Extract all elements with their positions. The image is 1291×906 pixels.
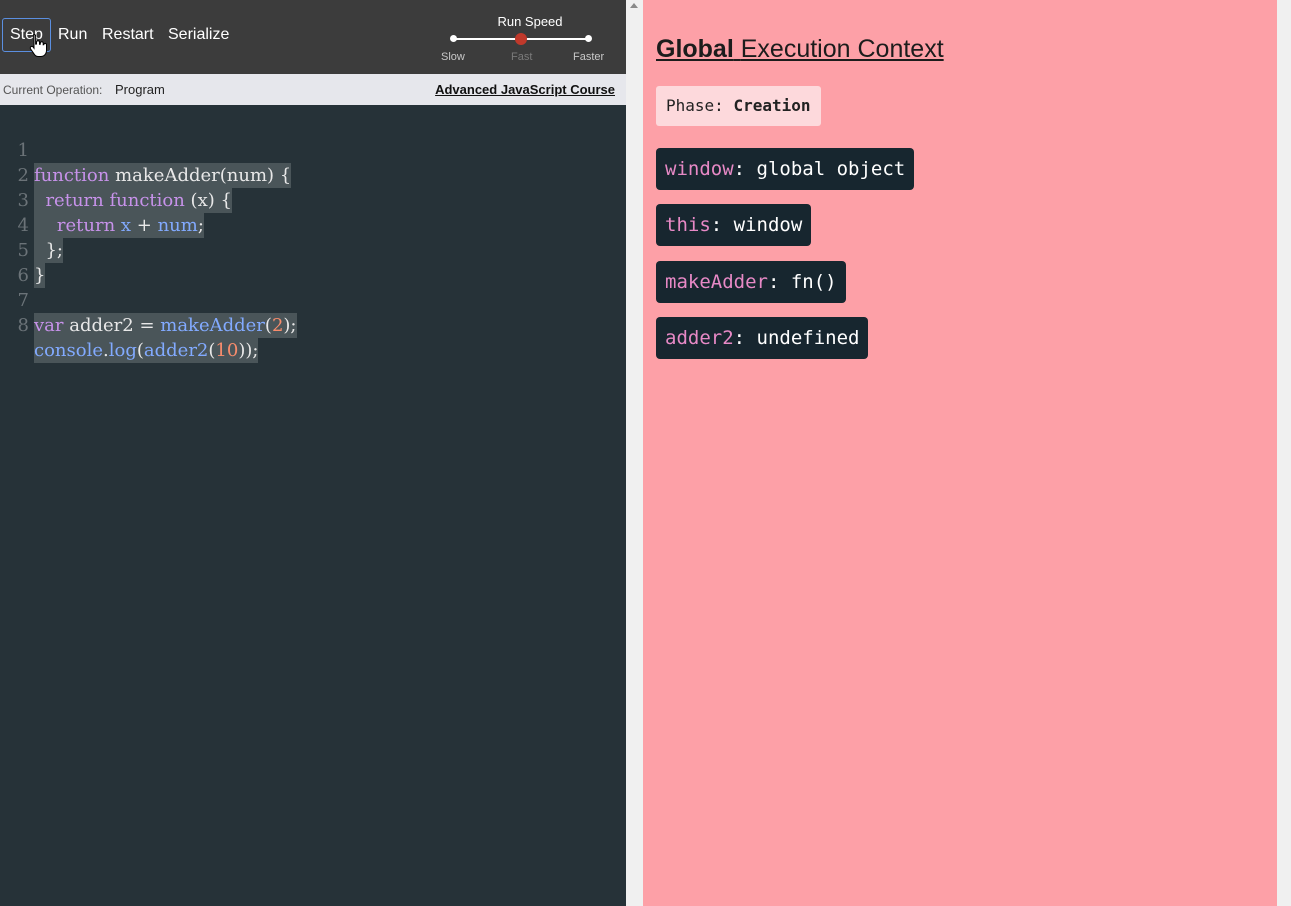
variable-window: window: global object (656, 148, 915, 190)
code-line: 4 }; (0, 188, 626, 263)
status-bar: Current Operation: Program Advanced Java… (0, 74, 626, 105)
scroll-up-arrow-icon[interactable] (630, 3, 638, 8)
code-line: 6 (0, 238, 626, 286)
run-speed-thumb[interactable] (515, 33, 527, 45)
current-operation-label: Current Operation: (3, 83, 103, 97)
variable-name: this (665, 214, 711, 236)
panel-scrollbar[interactable] (626, 0, 643, 906)
speed-label-faster: Faster (573, 51, 605, 63)
code-line: 3 return x + num; (0, 163, 626, 238)
code-line: 7 var adder2 = makeAdder(2); (0, 263, 626, 338)
code-editor[interactable]: 1 function makeAdder(num) { 2 return fun… (0, 113, 626, 363)
restart-button[interactable]: Restart (95, 18, 161, 52)
variable-value: : global object (733, 158, 906, 180)
window-edge (1277, 0, 1291, 906)
execution-context-panel: Global Execution Context Phase: Creation… (643, 0, 1277, 906)
run-button[interactable]: Run (51, 18, 94, 52)
variable-value: : window (710, 214, 803, 236)
current-operation-value: Program (115, 82, 165, 97)
editor-panel: Step Run Restart Serialize Run Speed Slo… (0, 0, 626, 906)
variable-adder2: adder2: undefined (656, 317, 869, 359)
toolbar: Step Run Restart Serialize Run Speed Slo… (0, 0, 626, 74)
variable-name: window (665, 158, 734, 180)
variable-name: adder2 (665, 327, 734, 349)
phase-label: Phase: (666, 96, 724, 115)
course-link[interactable]: Advanced JavaScript Course (435, 82, 615, 97)
speed-label-slow: Slow (441, 51, 465, 63)
code-text: var adder2 = makeAdder(2); (34, 313, 297, 338)
code-line: 5 } (0, 213, 626, 288)
variable-value: : fn() (767, 271, 837, 293)
variable-name: makeAdder (665, 271, 768, 293)
serialize-button[interactable]: Serialize (161, 18, 236, 52)
speed-stop-slow[interactable] (450, 35, 457, 42)
line-number: 8 (17, 315, 29, 336)
variable-value: : undefined (733, 327, 860, 349)
code-line: 8 console.log(adder2(10)); (0, 288, 626, 363)
run-speed-title: Run Speed (497, 14, 563, 29)
code-line: 1 function makeAdder(num) { (0, 113, 626, 188)
code-text: console.log(adder2(10)); (34, 338, 259, 363)
variable-this: this: window (656, 204, 812, 246)
code-line: 2 return function (x) { (0, 138, 626, 213)
speed-label-fast: Fast (511, 51, 533, 63)
context-title-rest: Execution Context (740, 35, 944, 63)
context-title-bold: Global (656, 35, 734, 63)
hand-cursor-icon (29, 33, 47, 57)
context-title: Global Execution Context (656, 35, 944, 64)
phase-value: Creation (733, 96, 811, 115)
phase-badge: Phase: Creation (656, 86, 821, 126)
speed-stop-faster[interactable] (585, 35, 592, 42)
variable-makeadder: makeAdder: fn() (656, 261, 846, 303)
